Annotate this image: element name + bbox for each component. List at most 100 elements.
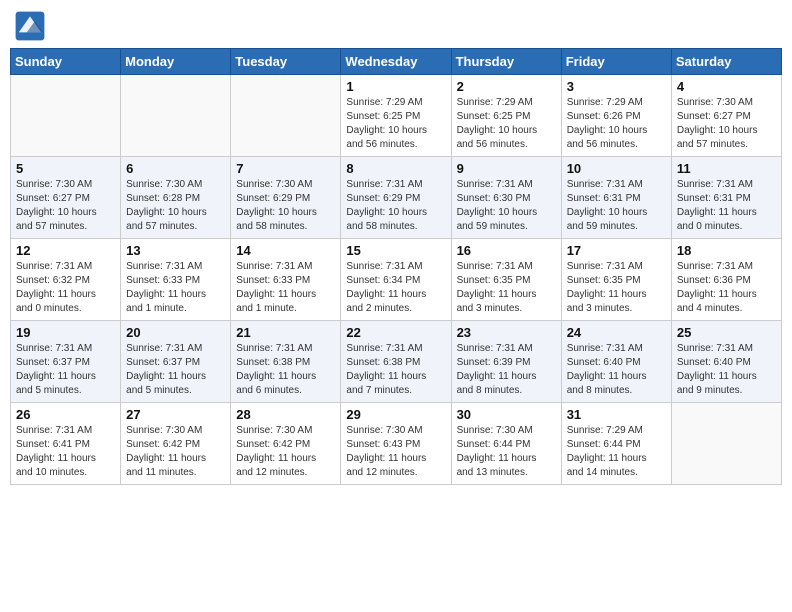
day-info: Sunrise: 7:30 AM Sunset: 6:29 PM Dayligh…	[236, 178, 335, 234]
week-row-3: 12Sunrise: 7:31 AM Sunset: 6:32 PM Dayli…	[11, 239, 782, 321]
calendar-cell: 19 Sunrise: 7:31 AM Sunset: 6:37 PM Dayli…	[11, 321, 121, 403]
day-number: 24	[567, 325, 666, 340]
day-info: Sunrise: 7:31 AM Sunset: 6:29 PM Dayligh…	[346, 178, 445, 234]
calendar-cell: 9 Sunrise: 7:31 AM Sunset: 6:30 PM Daylig…	[451, 157, 561, 239]
calendar-cell: 10 Sunrise: 7:31 AM Sunset: 6:31 PM Dayli…	[561, 157, 671, 239]
calendar-cell: 23Sunrise: 7:31 AM Sunset: 6:39 PM Dayli…	[451, 321, 561, 403]
weekday-header-saturday: Saturday	[671, 49, 781, 75]
day-number: 22	[346, 325, 445, 340]
day-info: Sunrise: 7:30 AM Sunset: 6:43 PM Dayligh…	[346, 424, 445, 480]
logo-icon	[14, 10, 46, 42]
week-row-5: 26 Sunrise: 7:31 AM Sunset: 6:41 PM Dayli…	[11, 403, 782, 485]
calendar-cell: 3 Sunrise: 7:29 AM Sunset: 6:26 PM Daylig…	[561, 75, 671, 157]
calendar-cell: 15Sunrise: 7:31 AM Sunset: 6:34 PM Dayli…	[341, 239, 451, 321]
page-header	[10, 10, 782, 42]
calendar-cell: 20 Sunrise: 7:31 AM Sunset: 6:37 PM Dayli…	[121, 321, 231, 403]
calendar: SundayMondayTuesdayWednesdayThursdayFrid…	[10, 48, 782, 485]
day-number: 29	[346, 407, 445, 422]
day-info: Sunrise: 7:31 AM Sunset: 6:40 PM Dayligh…	[567, 342, 666, 398]
weekday-header-row: SundayMondayTuesdayWednesdayThursdayFrid…	[11, 49, 782, 75]
day-number: 5	[16, 161, 115, 176]
week-row-1: 1Sunrise: 7:29 AM Sunset: 6:25 PM Daylig…	[11, 75, 782, 157]
day-info: Sunrise: 7:29 AM Sunset: 6:44 PM Dayligh…	[567, 424, 666, 480]
calendar-cell: 6 Sunrise: 7:30 AM Sunset: 6:28 PM Daylig…	[121, 157, 231, 239]
weekday-header-friday: Friday	[561, 49, 671, 75]
calendar-cell	[11, 75, 121, 157]
calendar-cell: 29 Sunrise: 7:30 AM Sunset: 6:43 PM Dayli…	[341, 403, 451, 485]
day-number: 26	[16, 407, 115, 422]
day-info: Sunrise: 7:30 AM Sunset: 6:42 PM Dayligh…	[126, 424, 225, 480]
calendar-cell: 4 Sunrise: 7:30 AM Sunset: 6:27 PM Daylig…	[671, 75, 781, 157]
day-info: Sunrise: 7:31 AM Sunset: 6:35 PM Dayligh…	[567, 260, 666, 316]
day-info: Sunrise: 7:29 AM Sunset: 6:25 PM Dayligh…	[457, 96, 556, 152]
day-number: 14	[236, 243, 335, 258]
calendar-cell: 7 Sunrise: 7:30 AM Sunset: 6:29 PM Daylig…	[231, 157, 341, 239]
day-number: 4	[677, 79, 776, 94]
weekday-header-monday: Monday	[121, 49, 231, 75]
day-info: Sunrise: 7:31 AM Sunset: 6:35 PM Dayligh…	[457, 260, 556, 316]
day-info: Sunrise: 7:29 AM Sunset: 6:26 PM Dayligh…	[567, 96, 666, 152]
day-info: Sunrise: 7:31 AM Sunset: 6:33 PM Dayligh…	[126, 260, 225, 316]
day-info: Sunrise: 7:31 AM Sunset: 6:34 PM Dayligh…	[346, 260, 445, 316]
day-number: 6	[126, 161, 225, 176]
day-info: Sunrise: 7:30 AM Sunset: 6:27 PM Dayligh…	[677, 96, 776, 152]
calendar-cell: 22 Sunrise: 7:31 AM Sunset: 6:38 PM Dayli…	[341, 321, 451, 403]
week-row-4: 19 Sunrise: 7:31 AM Sunset: 6:37 PM Dayli…	[11, 321, 782, 403]
calendar-cell: 5 Sunrise: 7:30 AM Sunset: 6:27 PM Daylig…	[11, 157, 121, 239]
calendar-cell: 11Sunrise: 7:31 AM Sunset: 6:31 PM Dayli…	[671, 157, 781, 239]
day-number: 7	[236, 161, 335, 176]
day-info: Sunrise: 7:30 AM Sunset: 6:27 PM Dayligh…	[16, 178, 115, 234]
calendar-cell: 2 Sunrise: 7:29 AM Sunset: 6:25 PM Daylig…	[451, 75, 561, 157]
day-number: 18	[677, 243, 776, 258]
day-info: Sunrise: 7:30 AM Sunset: 6:44 PM Dayligh…	[457, 424, 556, 480]
day-number: 20	[126, 325, 225, 340]
weekday-header-sunday: Sunday	[11, 49, 121, 75]
calendar-cell: 13 Sunrise: 7:31 AM Sunset: 6:33 PM Dayli…	[121, 239, 231, 321]
day-number: 8	[346, 161, 445, 176]
day-info: Sunrise: 7:31 AM Sunset: 6:37 PM Dayligh…	[126, 342, 225, 398]
logo	[14, 10, 50, 42]
day-number: 21	[236, 325, 335, 340]
day-number: 9	[457, 161, 556, 176]
calendar-cell: 27 Sunrise: 7:30 AM Sunset: 6:42 PM Dayli…	[121, 403, 231, 485]
day-info: Sunrise: 7:31 AM Sunset: 6:30 PM Dayligh…	[457, 178, 556, 234]
calendar-cell: 14Sunrise: 7:31 AM Sunset: 6:33 PM Dayli…	[231, 239, 341, 321]
day-number: 10	[567, 161, 666, 176]
weekday-header-thursday: Thursday	[451, 49, 561, 75]
day-number: 27	[126, 407, 225, 422]
day-number: 3	[567, 79, 666, 94]
week-row-2: 5 Sunrise: 7:30 AM Sunset: 6:27 PM Daylig…	[11, 157, 782, 239]
day-number: 2	[457, 79, 556, 94]
day-number: 16	[457, 243, 556, 258]
day-number: 12	[16, 243, 115, 258]
calendar-cell: 30 Sunrise: 7:30 AM Sunset: 6:44 PM Dayli…	[451, 403, 561, 485]
day-info: Sunrise: 7:31 AM Sunset: 6:40 PM Dayligh…	[677, 342, 776, 398]
calendar-cell: 26 Sunrise: 7:31 AM Sunset: 6:41 PM Dayli…	[11, 403, 121, 485]
day-number: 19	[16, 325, 115, 340]
day-number: 25	[677, 325, 776, 340]
day-number: 13	[126, 243, 225, 258]
day-info: Sunrise: 7:31 AM Sunset: 6:37 PM Dayligh…	[16, 342, 115, 398]
calendar-cell: 24 Sunrise: 7:31 AM Sunset: 6:40 PM Dayli…	[561, 321, 671, 403]
calendar-cell	[671, 403, 781, 485]
day-info: Sunrise: 7:31 AM Sunset: 6:41 PM Dayligh…	[16, 424, 115, 480]
day-info: Sunrise: 7:30 AM Sunset: 6:28 PM Dayligh…	[126, 178, 225, 234]
weekday-header-tuesday: Tuesday	[231, 49, 341, 75]
day-number: 23	[457, 325, 556, 340]
calendar-cell: 12Sunrise: 7:31 AM Sunset: 6:32 PM Dayli…	[11, 239, 121, 321]
calendar-cell: 21 Sunrise: 7:31 AM Sunset: 6:38 PM Dayli…	[231, 321, 341, 403]
calendar-cell	[231, 75, 341, 157]
day-info: Sunrise: 7:31 AM Sunset: 6:31 PM Dayligh…	[567, 178, 666, 234]
calendar-cell: 17Sunrise: 7:31 AM Sunset: 6:35 PM Dayli…	[561, 239, 671, 321]
day-number: 30	[457, 407, 556, 422]
day-info: Sunrise: 7:31 AM Sunset: 6:38 PM Dayligh…	[236, 342, 335, 398]
calendar-cell: 8 Sunrise: 7:31 AM Sunset: 6:29 PM Daylig…	[341, 157, 451, 239]
day-info: Sunrise: 7:29 AM Sunset: 6:25 PM Dayligh…	[346, 96, 445, 152]
calendar-cell: 1Sunrise: 7:29 AM Sunset: 6:25 PM Daylig…	[341, 75, 451, 157]
day-info: Sunrise: 7:31 AM Sunset: 6:31 PM Dayligh…	[677, 178, 776, 234]
calendar-cell: 31Sunrise: 7:29 AM Sunset: 6:44 PM Dayli…	[561, 403, 671, 485]
day-info: Sunrise: 7:31 AM Sunset: 6:38 PM Dayligh…	[346, 342, 445, 398]
calendar-cell: 18Sunrise: 7:31 AM Sunset: 6:36 PM Dayli…	[671, 239, 781, 321]
weekday-header-wednesday: Wednesday	[341, 49, 451, 75]
day-info: Sunrise: 7:30 AM Sunset: 6:42 PM Dayligh…	[236, 424, 335, 480]
